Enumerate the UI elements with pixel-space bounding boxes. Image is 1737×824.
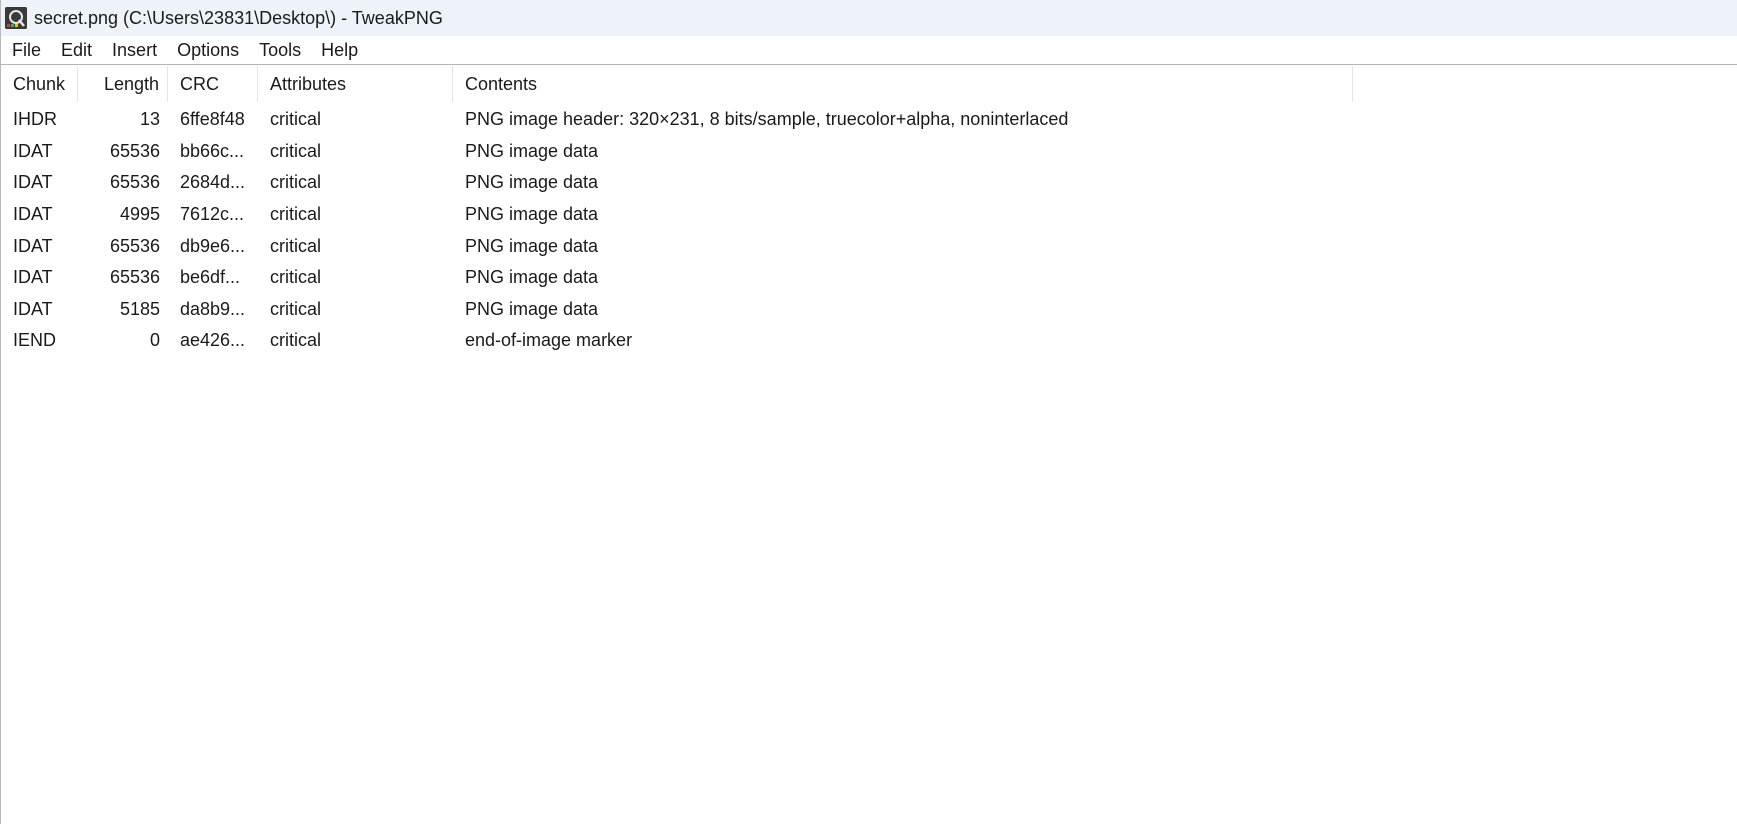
cell-crc: 6ffe8f48 (180, 109, 245, 130)
cell-crc: 2684d... (180, 172, 246, 193)
cell-length: 4995 (119, 204, 160, 225)
cell-length: 13 (139, 109, 160, 130)
cell-attributes: critical (270, 204, 322, 225)
menu-tools[interactable]: Tools (250, 38, 310, 63)
cell-chunk: IDAT (13, 235, 53, 256)
table-row[interactable]: IEND 0 ae426... critical end-of-image ma… (1, 325, 1353, 357)
cell-attributes: critical (270, 172, 322, 193)
menu-help[interactable]: Help (312, 38, 367, 63)
cell-chunk: IDAT (13, 298, 53, 319)
cell-attributes: critical (270, 235, 322, 256)
cell-chunk: IDAT (13, 204, 53, 225)
column-header-chunk[interactable]: Chunk (1, 66, 78, 102)
chunk-list[interactable]: Chunk Length CRC Attributes Contents IHD… (1, 66, 1737, 824)
title-bar[interactable]: secret.png (C:\Users\23831\Desktop\) - T… (1, 0, 1737, 36)
cell-crc: ae426... (180, 330, 246, 351)
column-header-contents[interactable]: Contents (453, 66, 1353, 102)
tweakpng-window: secret.png (C:\Users\23831\Desktop\) - T… (0, 0, 1737, 824)
table-row[interactable]: IHDR 13 6ffe8f48 critical PNG image head… (1, 104, 1353, 136)
cell-crc: db9e6... (180, 235, 246, 256)
cell-contents: end-of-image marker (465, 330, 633, 351)
column-header-attributes[interactable]: Attributes (258, 66, 453, 102)
cell-length: 65536 (109, 172, 160, 193)
chunk-rows: IHDR 13 6ffe8f48 critical PNG image head… (1, 104, 1353, 357)
table-row[interactable]: IDAT 65536 be6df... critical PNG image d… (1, 262, 1353, 294)
cell-contents: PNG image data (465, 172, 599, 193)
table-row[interactable]: IDAT 65536 2684d... critical PNG image d… (1, 167, 1353, 199)
cell-length: 65536 (109, 140, 160, 161)
menu-options[interactable]: Options (168, 38, 248, 63)
table-row[interactable]: IDAT 65536 db9e6... critical PNG image d… (1, 230, 1353, 262)
column-header-row: Chunk Length CRC Attributes Contents (1, 66, 1353, 102)
menu-insert[interactable]: Insert (103, 38, 166, 63)
cell-attributes: critical (270, 140, 322, 161)
cell-length: 65536 (109, 267, 160, 288)
cell-crc: 7612c... (180, 204, 245, 225)
cell-crc: bb66c... (180, 140, 245, 161)
cell-contents: PNG image data (465, 204, 599, 225)
cell-contents: PNG image header: 320×231, 8 bits/sample… (465, 109, 1069, 130)
cell-attributes: critical (270, 298, 322, 319)
menu-file[interactable]: File (3, 38, 50, 63)
cell-attributes: critical (270, 109, 322, 130)
cell-length: 0 (149, 330, 160, 351)
menu-edit[interactable]: Edit (52, 38, 101, 63)
cell-chunk: IEND (13, 330, 57, 351)
cell-contents: PNG image data (465, 267, 599, 288)
cell-length: 5185 (119, 298, 160, 319)
tweakpng-app-icon[interactable] (5, 7, 27, 29)
cell-chunk: IDAT (13, 267, 53, 288)
window-title: secret.png (C:\Users\23831\Desktop\) - T… (34, 7, 443, 28)
cell-length: 65536 (109, 235, 160, 256)
cell-contents: PNG image data (465, 140, 599, 161)
menu-bar: File Edit Insert Options Tools Help (1, 36, 1737, 65)
cell-contents: PNG image data (465, 235, 599, 256)
cell-crc: be6df... (180, 267, 241, 288)
column-header-length[interactable]: Length (78, 66, 168, 102)
table-row[interactable]: IDAT 4995 7612c... critical PNG image da… (1, 199, 1353, 231)
cell-crc: da8b9... (180, 298, 246, 319)
column-header-crc[interactable]: CRC (168, 66, 258, 102)
table-row[interactable]: IDAT 5185 da8b9... critical PNG image da… (1, 294, 1353, 326)
cell-chunk: IHDR (13, 109, 57, 130)
cell-attributes: critical (270, 330, 322, 351)
cell-chunk: IDAT (13, 140, 53, 161)
cell-contents: PNG image data (465, 298, 599, 319)
cell-chunk: IDAT (13, 172, 53, 193)
cell-attributes: critical (270, 267, 322, 288)
table-row[interactable]: IDAT 65536 bb66c... critical PNG image d… (1, 136, 1353, 168)
